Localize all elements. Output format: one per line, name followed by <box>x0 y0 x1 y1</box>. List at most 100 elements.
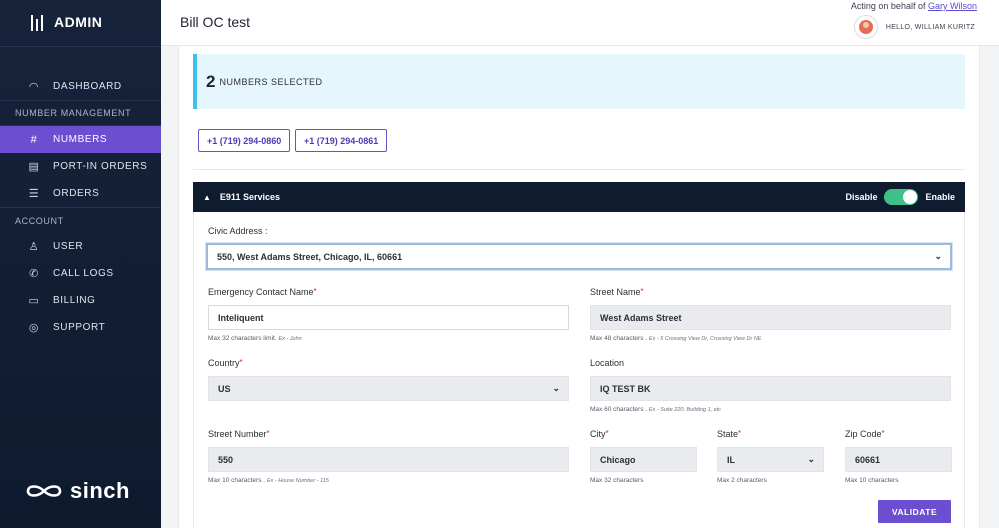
e911-title: E911 Services <box>219 192 280 202</box>
country-select[interactable]: US ⌄ <box>208 376 569 401</box>
sidebar-item-user[interactable]: ♙ USER <box>0 233 161 260</box>
hint-example: Ex - 5 Crossing View Dr, Crossing View D… <box>648 336 762 342</box>
sidebar-item-port-in-orders[interactable]: ▤ PORT-IN ORDERS <box>0 153 161 180</box>
user-greeting: HELLO, WILLIAM KURITZ <box>885 23 975 31</box>
country-label: Country* <box>208 358 243 368</box>
street-name-label-text: Street Name <box>590 287 641 297</box>
top-bar: Bill OC test Acting on behalf of Gary Wi… <box>161 0 999 46</box>
sidebar-item-numbers[interactable]: # NUMBERS <box>0 126 161 153</box>
emergency-contact-label: Emergency Contact Name* <box>208 287 317 297</box>
street-number-value: 550 <box>218 454 234 465</box>
sinch-logo: sinch <box>24 478 130 504</box>
street-name-value: West Adams Street <box>600 312 682 323</box>
city-label: City* <box>590 429 609 439</box>
country-value: US <box>218 383 231 394</box>
sidebar-item-label: DASHBOARD <box>53 81 122 92</box>
location-hint: Max 60 characters . Ex - Suite 220, Buil… <box>590 406 721 413</box>
street-number-label-text: Street Number <box>208 429 267 439</box>
state-value: IL <box>727 454 735 465</box>
state-label: State* <box>717 429 742 439</box>
avatar[interactable] <box>853 15 878 39</box>
card-icon: ▭ <box>28 295 40 307</box>
sidebar-item-billing[interactable]: ▭ BILLING <box>0 287 161 314</box>
lifebuoy-icon: ◎ <box>28 322 40 334</box>
number-chip[interactable]: +1 (719) 294-0860 <box>198 129 291 152</box>
hint-text: Max 10 characters . <box>208 477 266 484</box>
street-number-field[interactable]: 550 <box>208 447 569 472</box>
gauge-icon: ◠ <box>28 81 40 93</box>
user-menu[interactable]: HELLO, WILLIAM KURITZ <box>853 15 975 39</box>
chevron-down-icon: ⌄ <box>934 251 942 261</box>
number-chip[interactable]: +1 (719) 294-0861 <box>295 129 388 152</box>
list-search-icon: ☰ <box>28 188 40 200</box>
country-label-text: Country <box>208 358 240 368</box>
sinch-wordmark: sinch <box>70 478 130 503</box>
acting-prefix: Acting on behalf of <box>850 1 926 11</box>
disable-label: Disable <box>845 192 878 202</box>
brand-title: ADMIN <box>54 14 103 30</box>
street-name-hint: Max 48 characters . Ex - 5 Crossing View… <box>590 335 761 342</box>
sidebar-item-label: SUPPORT <box>53 322 106 333</box>
zip-label: Zip Code* <box>845 429 885 439</box>
street-number-label: Street Number* <box>208 429 270 439</box>
e911-form: Civic Address : 550, West Adams Street, … <box>193 212 965 528</box>
emergency-contact-value: Inteliquent <box>218 312 264 323</box>
admin-sliders-icon <box>30 13 44 31</box>
state-label-text: State <box>717 429 739 439</box>
sidebar-item-dashboard[interactable]: ◠ DASHBOARD <box>0 73 161 100</box>
toggle-knob <box>903 190 918 204</box>
hint-text: Max 32 characters limit. <box>208 335 277 342</box>
street-name-field[interactable]: West Adams Street <box>590 305 951 330</box>
chevron-up-icon[interactable]: ▲ <box>203 193 211 202</box>
city-label-text: City <box>590 429 606 439</box>
state-hint: Max 2 characters <box>717 477 767 484</box>
hint-example: Ex - John <box>278 336 302 342</box>
section-account: ACCOUNT <box>0 207 161 233</box>
user-add-icon: ♙ <box>28 241 40 253</box>
brand: ADMIN <box>0 0 161 44</box>
emergency-contact-field[interactable]: Inteliquent <box>208 305 569 330</box>
acting-user-link[interactable]: Gary Wilson <box>928 1 977 11</box>
selected-banner: 2 NUMBERS SELECTED <box>193 54 965 109</box>
hint-example: Ex - House Number - 115 <box>266 478 329 484</box>
sidebar-item-support[interactable]: ◎ SUPPORT <box>0 314 161 341</box>
civic-address-value: 550, West Adams Street, Chicago, IL, 606… <box>217 251 403 262</box>
zip-field[interactable]: 60661 <box>845 447 952 472</box>
civic-address-select[interactable]: 550, West Adams Street, Chicago, IL, 606… <box>206 243 952 270</box>
sidebar-item-label: CALL LOGS <box>53 268 114 279</box>
sidebar-item-label: BILLING <box>53 295 96 306</box>
e911-enable-toggle[interactable] <box>884 189 919 205</box>
enable-label: Enable <box>925 192 955 202</box>
zip-value: 60661 <box>855 454 881 465</box>
civic-address-label: Civic Address : <box>208 226 268 236</box>
emergency-contact-hint: Max 32 characters limit. Ex - John <box>208 335 302 342</box>
section-number-management: NUMBER MANAGEMENT <box>0 100 161 126</box>
e911-toggle-group: Disable Enable <box>845 189 955 205</box>
sidebar-item-orders[interactable]: ☰ ORDERS <box>0 180 161 207</box>
sinch-mark-icon <box>26 485 62 497</box>
location-label: Location <box>590 358 625 368</box>
e911-header[interactable]: ▲ E911 Services Disable Enable <box>193 182 965 212</box>
main-panel: 2 NUMBERS SELECTED +1 (719) 294-0860 +1 … <box>178 46 980 528</box>
emergency-contact-label-text: Emergency Contact Name <box>208 287 314 297</box>
sidebar-item-label: ORDERS <box>53 188 100 199</box>
street-name-label: Street Name* <box>590 287 644 297</box>
state-select[interactable]: IL ⌄ <box>717 447 824 472</box>
phone-icon: ✆ <box>29 268 39 280</box>
hash-icon: # <box>30 133 38 146</box>
hint-example: Ex - Suite 220, Building 1, etc <box>648 407 722 413</box>
city-value: Chicago <box>600 454 636 465</box>
zip-label-text: Zip Code <box>845 429 882 439</box>
validate-button[interactable]: VALIDATE <box>878 500 951 523</box>
city-field[interactable]: Chicago <box>590 447 697 472</box>
hint-text: Max 60 characters . <box>590 406 648 413</box>
sidebar: ADMIN ◠ DASHBOARD NUMBER MANAGEMENT # NU… <box>0 0 161 528</box>
location-field[interactable]: IQ TEST BK <box>590 376 951 401</box>
selected-label: NUMBERS SELECTED <box>219 76 323 87</box>
sidebar-item-label: USER <box>53 241 84 252</box>
inbox-icon: ▤ <box>28 161 40 173</box>
hint-text: Max 48 characters . <box>590 335 648 342</box>
page-title: Bill OC test <box>180 14 251 30</box>
sidebar-item-label: NUMBERS <box>53 134 108 145</box>
sidebar-item-call-logs[interactable]: ✆ CALL LOGS <box>0 260 161 287</box>
